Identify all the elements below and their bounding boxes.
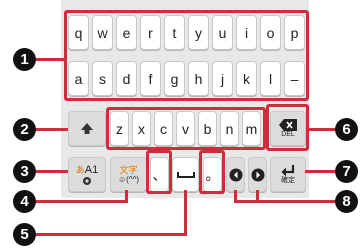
callout-badge-6: 6	[335, 118, 358, 141]
emoji-label: ☺(^^)	[117, 174, 139, 184]
highlight-delete-key	[266, 104, 309, 151]
cursor-right-icon	[251, 168, 264, 181]
callout-badge-5: 5	[13, 223, 36, 246]
shift-key[interactable]	[68, 111, 106, 146]
cursor-left-icon	[229, 168, 242, 181]
callout-line-5b	[184, 190, 187, 236]
callout-badge-7: 7	[335, 160, 358, 183]
callout-line-3	[36, 170, 68, 173]
callout-line-5a	[36, 233, 187, 236]
moji-label: 文字	[119, 164, 138, 175]
input-mode-key[interactable]: あ A1	[68, 157, 106, 192]
enter-key[interactable]: 確定	[270, 157, 306, 192]
highlight-period-key	[199, 150, 225, 194]
enter-arrow-icon	[281, 165, 295, 177]
callout-badge-2: 2	[13, 118, 36, 141]
highlight-letter-keys	[64, 10, 309, 101]
callout-badge-4: 4	[13, 190, 36, 213]
callout-line-4a	[36, 200, 127, 203]
highlight-comma-key	[146, 150, 172, 194]
enter-label: 確定	[281, 177, 295, 184]
callout-badge-8: 8	[335, 190, 358, 213]
callout-line-1	[36, 58, 66, 61]
shift-arrow-icon	[81, 122, 93, 134]
mode-prefix: あ	[75, 165, 85, 175]
callout-badge-1: 1	[13, 48, 36, 71]
callout-line-4b	[125, 190, 128, 203]
moji-emoji-key[interactable]: 文字 ☺(^^)	[110, 157, 147, 192]
settings-gear-icon	[83, 177, 91, 185]
space-key[interactable]	[172, 157, 199, 192]
cursor-right-key[interactable]	[248, 157, 267, 192]
callout-line-7	[305, 170, 337, 173]
callout-line-6	[307, 128, 337, 131]
callout-line-2	[36, 128, 68, 131]
highlight-row3-letters	[106, 107, 266, 150]
callout-line-8c	[234, 200, 337, 203]
callout-badge-3: 3	[13, 160, 36, 183]
mode-label: A1	[84, 164, 99, 176]
space-icon	[176, 171, 195, 178]
cursor-left-key[interactable]	[226, 157, 245, 192]
